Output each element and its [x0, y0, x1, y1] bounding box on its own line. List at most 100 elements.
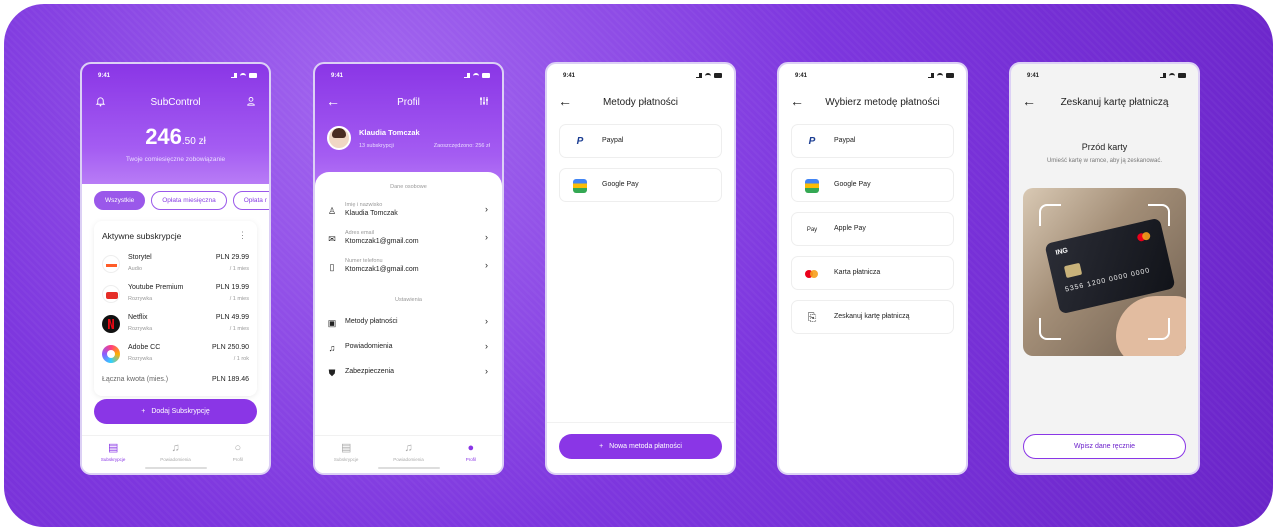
signal-icon — [928, 72, 935, 78]
scan-instruction: Umieść kartę w ramce, aby ją zeskanować. — [1046, 158, 1163, 164]
settings-notifications[interactable]: ♫ Powiadomienia › — [327, 339, 490, 365]
shield-icon: ⛊ — [328, 368, 336, 378]
wallet-icon: ▣ — [327, 318, 337, 328]
phone-profile: 9:41 ← Profil Klaudia Tomczak 13 subskry… — [313, 62, 504, 475]
app-title: SubControl — [150, 97, 201, 108]
mastercard-logo — [1136, 228, 1154, 241]
profile-name: Klaudia Tomczak — [359, 128, 420, 137]
method-googlepay[interactable]: Google Pay — [791, 168, 954, 202]
battery-icon — [945, 72, 954, 78]
status-bar: 9:41 — [82, 64, 269, 84]
youtube-logo — [102, 285, 120, 303]
settings-security[interactable]: ⛊ Zabezpieczenia › — [327, 364, 490, 390]
active-subscriptions-card: Aktywne subskrypcje ⋮ Storytel Audio PLN… — [94, 221, 257, 396]
page-title: Wybierz metodę płatności — [825, 97, 940, 108]
home-indicator — [144, 467, 207, 469]
plus-icon: + — [599, 443, 604, 450]
google-pay-icon — [573, 179, 587, 193]
mail-icon: ✉ — [328, 234, 336, 244]
nav-profile[interactable]: ● Profil — [440, 436, 502, 473]
paypal-icon: P — [808, 136, 816, 147]
method-applepay[interactable]: Pay Apple Pay — [791, 212, 954, 246]
phone-subscriptions: 9:41 SubControl 246.50 zł Twoje comiesię… — [80, 62, 271, 475]
apple-pay-icon: Pay — [806, 227, 818, 233]
storytel-logo — [102, 255, 120, 273]
home-indicator — [377, 467, 440, 469]
document-icon: ▤ — [340, 442, 352, 454]
card-title: Aktywne subskrypcje — [102, 231, 182, 241]
subscription-row[interactable]: Adobe CC Rozrywka PLN 250.90 / 1 rok — [102, 341, 249, 369]
battery-icon — [248, 72, 257, 78]
bell-icon: ♫ — [328, 343, 336, 353]
scan-heading: Przód karty — [1081, 142, 1128, 152]
phone-choose-method: 9:41 ← Wybierz metodę płatności P Paypal… — [777, 62, 968, 475]
signal-icon — [464, 72, 471, 78]
status-bar: 9:41 — [1011, 64, 1198, 84]
subscription-row[interactable]: Youtube Premium Rozrywka PLN 19.99 / 1 m… — [102, 281, 249, 309]
person-icon: ○ — [234, 442, 242, 454]
section-personal: Dane osobowe — [390, 184, 427, 190]
profile-icon[interactable] — [245, 95, 257, 107]
chevron-right-icon: › — [485, 341, 488, 351]
card-chip — [1063, 262, 1083, 279]
field-name[interactable]: ♙ Imię i nazwisko Klaudia Tomczak › — [327, 202, 490, 228]
amount-caption: Twoje comiesięczne zobowiązanie — [125, 156, 226, 163]
add-payment-method-button[interactable]: + Nowa metoda płatności — [559, 434, 722, 459]
battery-icon — [713, 72, 722, 78]
filter-monthly[interactable]: Opłata miesięczna — [151, 191, 227, 210]
subscription-row[interactable]: Storytel Audio PLN 29.99 / 1 mies — [102, 251, 249, 279]
status-bar: 9:41 — [779, 64, 966, 84]
chevron-right-icon: › — [485, 260, 488, 270]
wifi-icon — [937, 72, 943, 78]
phone-payment-methods: 9:41 ← Metody płatności P Paypal Google … — [545, 62, 736, 475]
scan-frame-corner — [1148, 204, 1170, 226]
method-paypal[interactable]: P Paypal — [791, 124, 954, 158]
bell-icon: ♫ — [171, 442, 180, 454]
manual-entry-button[interactable]: Wpisz dane ręcznie — [1023, 434, 1186, 459]
battery-icon — [481, 72, 490, 78]
field-email[interactable]: ✉ Adres email Ktomczak1@gmail.com › — [327, 230, 490, 256]
sliders-icon[interactable] — [478, 95, 490, 107]
document-icon: ▤ — [107, 442, 119, 454]
signal-icon — [696, 72, 703, 78]
bell-icon: ♫ — [404, 442, 413, 454]
signal-icon — [1160, 72, 1167, 78]
wifi-icon — [473, 72, 479, 78]
field-phone[interactable]: ▯ Numer telefonu Ktomczak1@gmail.com › — [327, 258, 490, 284]
person-icon: ♙ — [327, 206, 337, 216]
scan-frame-corner — [1039, 318, 1061, 340]
settings-payment-methods[interactable]: ▣ Metody płatności › — [327, 314, 490, 340]
battery-icon — [1177, 72, 1186, 78]
scan-frame-corner — [1039, 204, 1061, 226]
filter-yearly[interactable]: Opłata r — [232, 191, 269, 210]
plus-icon: + — [141, 408, 146, 415]
page-title: Zeskanuj kartę płatniczą — [1060, 97, 1169, 108]
profile-meta: 13 subskrypcji Zaoszczędzono: 256 zł — [359, 143, 490, 149]
payment-method-paypal[interactable]: P Paypal — [559, 124, 722, 158]
wifi-icon — [1169, 72, 1175, 78]
mastercard-icon — [805, 267, 819, 281]
chevron-right-icon: › — [485, 366, 488, 376]
signal-icon — [231, 72, 238, 78]
method-scan-card[interactable]: ⎘ Zeskanuj kartę płatniczą — [791, 300, 954, 334]
camera-preview: ING 5356 1200 0000 0000 — [1023, 188, 1186, 356]
status-bar: 9:41 — [315, 64, 502, 84]
filter-all[interactable]: Wszystkie — [94, 191, 146, 210]
more-icon[interactable]: ⋮ — [238, 230, 247, 241]
payment-method-googlepay[interactable]: Google Pay — [559, 168, 722, 202]
nav-profile[interactable]: ○ Profil — [207, 436, 269, 473]
scan-card-icon: ⎘ — [807, 312, 817, 324]
adobe-logo — [102, 345, 120, 363]
scan-frame-corner — [1148, 318, 1170, 340]
nav-subscriptions[interactable]: ▤ Subskrypcje — [82, 436, 144, 473]
google-pay-icon — [805, 179, 819, 193]
add-subscription-button[interactable]: + Dodaj Subskrypcję — [94, 399, 257, 424]
netflix-logo — [102, 315, 120, 333]
chevron-right-icon: › — [485, 316, 488, 326]
method-card[interactable]: Karta płatnicza — [791, 256, 954, 290]
wifi-icon — [240, 72, 246, 78]
subscription-row[interactable]: Netflix Rozrywka PLN 49.99 / 1 mies — [102, 311, 249, 339]
nav-subscriptions[interactable]: ▤ Subskrypcje — [315, 436, 377, 473]
filter-chips: Wszystkie Opłata miesięczna Opłata r — [94, 191, 269, 210]
showcase-background: 9:41 SubControl 246.50 zł Twoje comiesię… — [4, 4, 1273, 527]
